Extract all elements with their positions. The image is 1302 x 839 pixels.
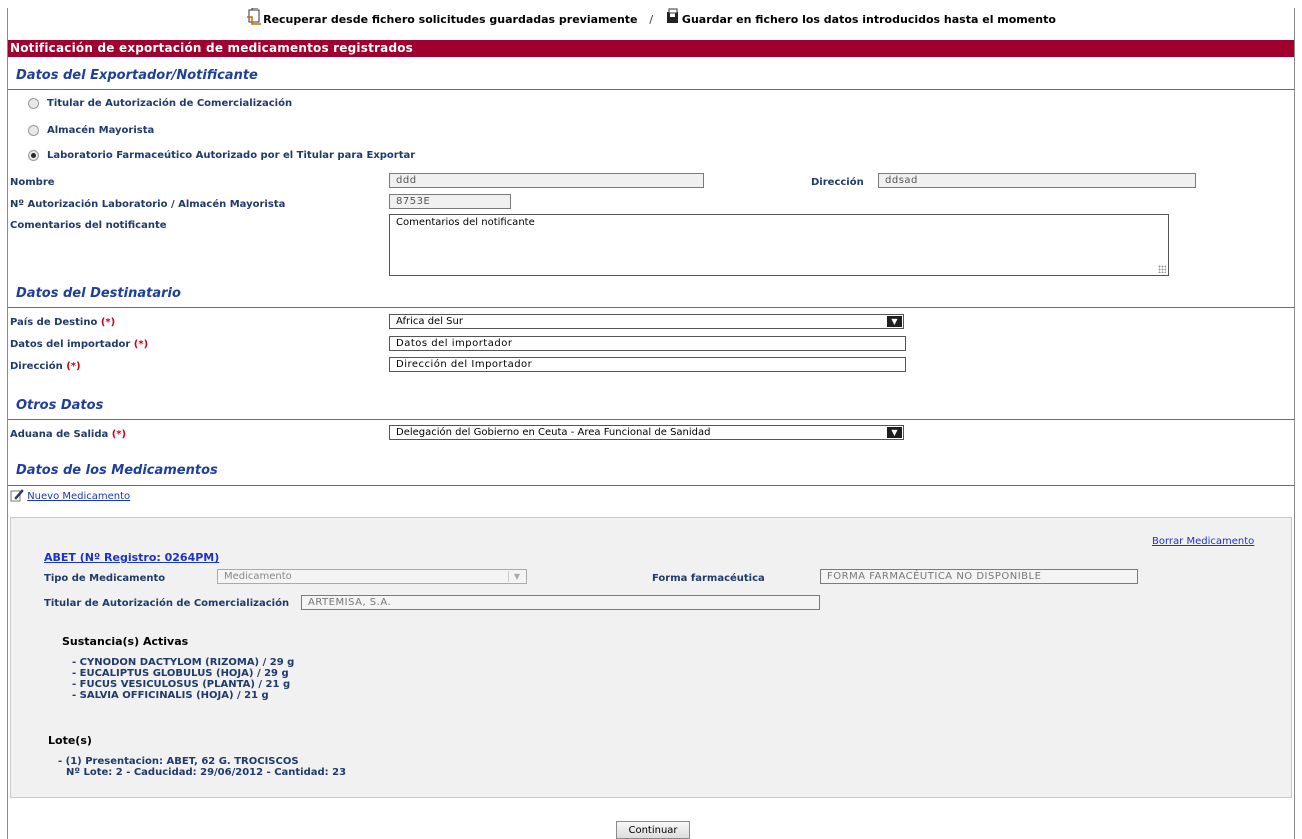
pais-select[interactable]: Africa del Sur ▼	[389, 314, 904, 329]
medicamentos-section-title: Datos de los Medicamentos	[16, 463, 218, 478]
otros-section-title: Otros Datos	[16, 398, 104, 413]
save-file-link[interactable]: Guardar en fichero los datos introducido…	[665, 8, 1056, 26]
comentarios-text: Comentarios del notificante	[396, 217, 535, 228]
borrar-medicamento-link[interactable]: Borrar Medicamento	[1152, 536, 1254, 547]
section-divider	[8, 307, 1294, 308]
radio-laboratorio[interactable]: Laboratorio Farmaceútico Autorizado por …	[28, 150, 415, 161]
importador-field[interactable]: Datos del importador	[389, 336, 906, 351]
forma-label: Forma farmacéutica	[652, 573, 765, 584]
exporter-section-title: Datos del Exportador/Notificante	[16, 68, 258, 83]
sustancias-list: - CYNODON DACTYLOM (RIZOMA) / 29 g - EUC…	[72, 657, 294, 701]
chevron-down-icon[interactable]: ▼	[887, 427, 902, 438]
required-mark: (*)	[111, 429, 127, 440]
toplinks-separator: /	[649, 13, 654, 26]
lotes-heading: Lote(s)	[48, 734, 92, 747]
importador-label-text: Datos del importador	[10, 339, 131, 350]
folder-open-icon	[247, 8, 262, 25]
save-disk-icon	[666, 8, 678, 23]
section-divider	[8, 485, 1294, 486]
file-actions-bar: Recuperar desde fichero solicitudes guar…	[0, 8, 1302, 30]
aduana-label-text: Aduana de Salida	[10, 429, 109, 440]
autorizacion-label: Nº Autorización Laboratorio / Almacén Ma…	[10, 199, 286, 210]
direccion-field[interactable]: ddsad	[878, 173, 1196, 188]
radio-titular[interactable]: Titular de Autorización de Comercializac…	[28, 98, 292, 109]
continuar-button[interactable]: Continuar	[616, 821, 690, 839]
dest-direccion-field[interactable]: Dirección del Importador	[389, 357, 906, 372]
required-mark: (*)	[66, 361, 81, 372]
radio-button[interactable]	[28, 125, 39, 136]
sustancia-item: - EUCALIPTUS GLOBULUS (HOJA) / 29 g	[72, 668, 289, 679]
comentarios-label: Comentarios del notificante	[10, 220, 167, 231]
save-file-label: Guardar en fichero los datos introducido…	[681, 13, 1056, 26]
medicamento-title-link[interactable]: ABET (Nº Registro: 0264PM)	[44, 551, 219, 564]
radio-button[interactable]	[28, 98, 39, 109]
resize-handle[interactable]	[1158, 265, 1166, 273]
radio-almacen[interactable]: Almacén Mayorista	[28, 125, 154, 136]
sustancia-item: - CYNODON DACTYLOM (RIZOMA) / 29 g	[72, 657, 295, 668]
required-mark: (*)	[100, 317, 116, 328]
comentarios-textarea[interactable]: Comentarios del notificante	[389, 214, 1169, 276]
lote-presentacion: - (1) Presentacion: ABET, 62 G. TROCISCO…	[58, 756, 299, 767]
tipo-selected-value: Medicamento	[224, 571, 292, 582]
section-divider	[8, 419, 1294, 420]
section-divider	[8, 89, 1294, 90]
titular-label: Titular de Autorización de Comercializac…	[44, 598, 290, 609]
page-banner: Notificación de exportación de medicamen…	[8, 40, 1294, 57]
direccion-label: Dirección	[811, 177, 864, 188]
aduana-label: Aduana de Salida (*)	[10, 429, 126, 440]
radio-label: Titular de Autorización de Comercializac…	[47, 98, 293, 109]
pais-selected-value: Africa del Sur	[396, 316, 463, 327]
sustancias-heading: Sustancia(s) Activas	[62, 635, 189, 648]
pais-label-text: País de Destino	[10, 317, 98, 328]
pencil-edit-icon	[10, 489, 24, 502]
titular-field: ARTEMISA, S.A.	[301, 595, 820, 610]
destinatario-section-title: Datos del Destinatario	[16, 286, 181, 301]
recover-file-label: Recuperar desde fichero solicitudes guar…	[263, 13, 638, 26]
required-mark: (*)	[133, 339, 149, 350]
pais-label: País de Destino (*)	[10, 317, 115, 328]
lotes-list: - (1) Presentacion: ABET, 62 G. TROCISCO…	[58, 756, 346, 778]
dest-direccion-label-text: Dirección	[10, 361, 63, 372]
sustancia-item: - SALVIA OFFICINALIS (HOJA) / 21 g	[72, 690, 269, 701]
radio-label: Almacén Mayorista	[47, 125, 155, 136]
chevron-down-icon: ▼	[508, 571, 525, 582]
radio-label: Laboratorio Farmaceútico Autorizado por …	[47, 150, 416, 161]
tipo-label: Tipo de Medicamento	[44, 573, 166, 584]
forma-field: FORMA FARMACÉUTICA NO DISPONIBLE	[820, 569, 1138, 584]
nombre-field[interactable]: ddd	[389, 173, 704, 188]
recover-file-link[interactable]: Recuperar desde fichero solicitudes guar…	[246, 8, 638, 26]
aduana-selected-value: Delegación del Gobierno en Ceuta - Area …	[396, 427, 711, 438]
aduana-select[interactable]: Delegación del Gobierno en Ceuta - Area …	[389, 425, 904, 440]
autorizacion-field[interactable]: 8753E	[389, 194, 511, 209]
lote-detalle: Nº Lote: 2 - Caducidad: 29/06/2012 - Can…	[66, 767, 347, 778]
nuevo-medicamento-link[interactable]: Nuevo Medicamento	[27, 491, 130, 502]
radio-button-selected[interactable]	[28, 150, 39, 161]
nuevo-medicamento-row: Nuevo Medicamento	[10, 488, 130, 502]
importador-label: Datos del importador (*)	[10, 339, 148, 350]
chevron-down-icon[interactable]: ▼	[887, 316, 902, 327]
sustancia-item: - FUCUS VESICULOSUS (PLANTA) / 21 g	[72, 679, 291, 690]
tipo-select: Medicamento ▼	[217, 569, 527, 584]
nombre-label: Nombre	[10, 177, 55, 188]
dest-direccion-label: Dirección (*)	[10, 361, 81, 372]
